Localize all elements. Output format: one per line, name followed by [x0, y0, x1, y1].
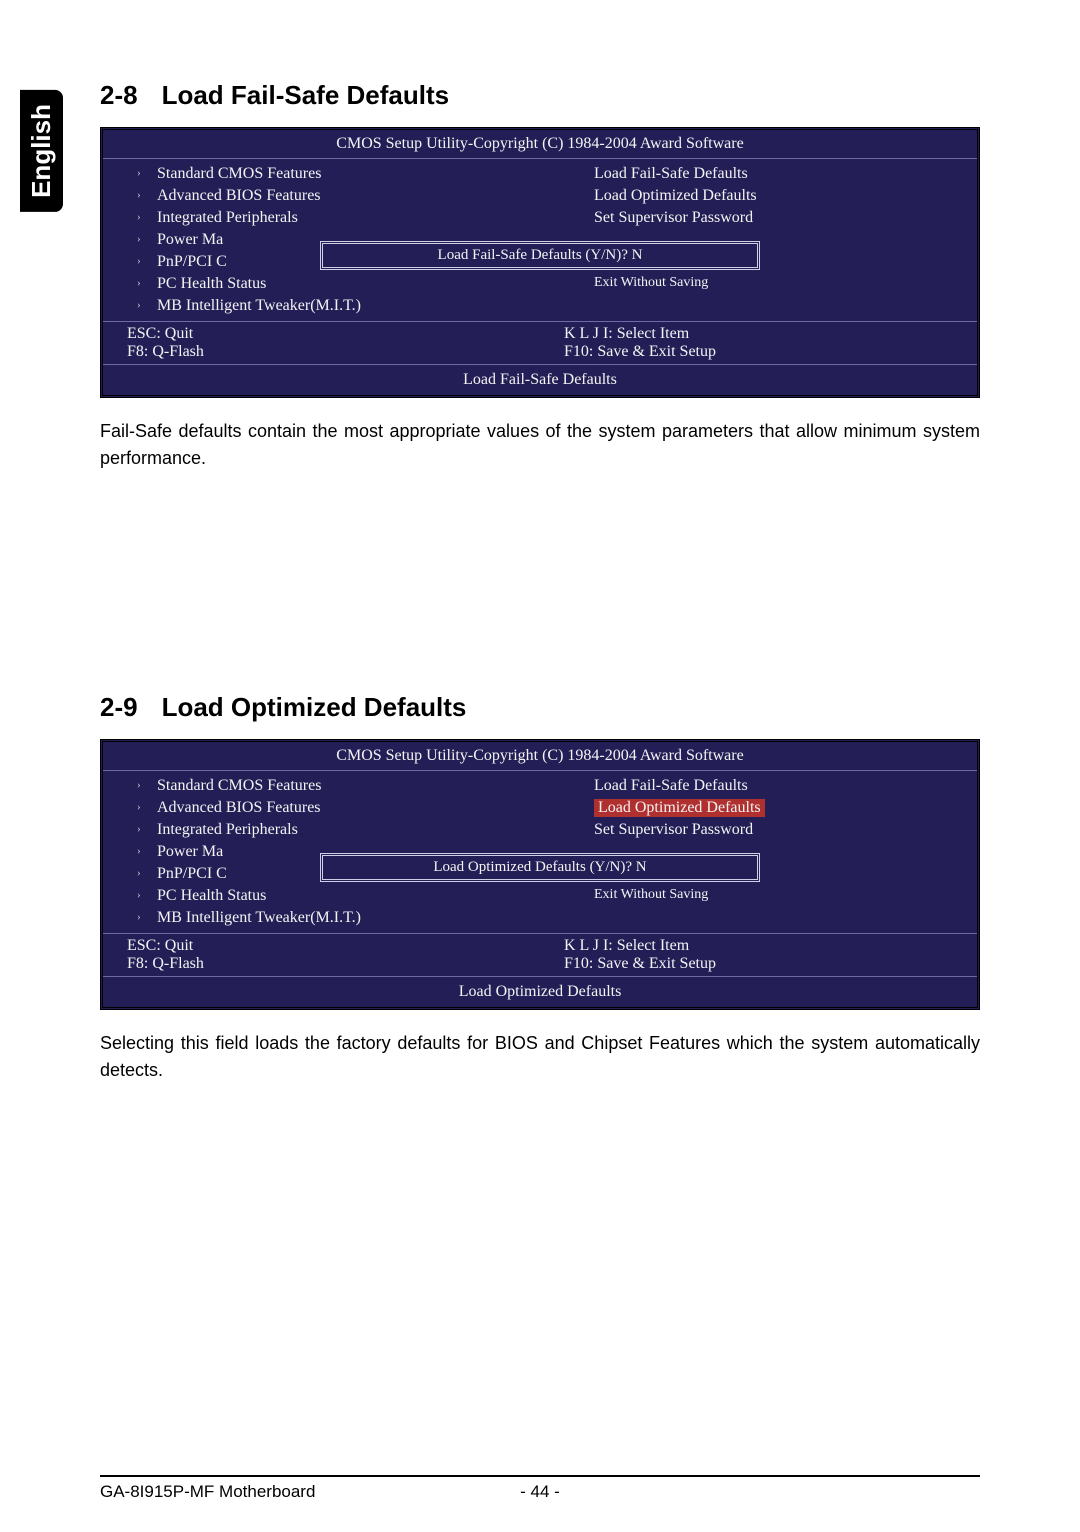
- key-hint: F10: Save & Exit Setup: [564, 955, 977, 973]
- footer-product: GA-8I915P-MF Motherboard: [100, 1482, 315, 1502]
- menu-item[interactable]: Power Ma: [157, 231, 223, 248]
- bios-help-bar: Load Fail-Safe Defaults: [103, 365, 977, 395]
- menu-item[interactable]: Integrated Peripherals: [157, 821, 298, 838]
- menu-item[interactable]: Power Ma: [157, 843, 223, 860]
- footer-page-number: - 44 -: [520, 1482, 560, 1502]
- menu-item[interactable]: Load Fail-Safe Defaults: [594, 165, 748, 182]
- menu-item[interactable]: Load Optimized Defaults: [594, 187, 757, 204]
- menu-item[interactable]: MB Intelligent Tweaker(M.I.T.): [157, 297, 361, 314]
- section-title: Load Optimized Defaults: [162, 692, 467, 722]
- key-hint: K L J I: Select Item: [564, 937, 977, 955]
- bios-title: CMOS Setup Utility-Copyright (C) 1984-20…: [103, 742, 977, 771]
- menu-item[interactable]: PnP/PCI C: [157, 865, 227, 882]
- menu-item[interactable]: Standard CMOS Features: [157, 165, 321, 182]
- bios-help-bar: Load Optimized Defaults: [103, 977, 977, 1007]
- menu-item[interactable]: Advanced BIOS Features: [157, 799, 321, 816]
- menu-item[interactable]: Set Supervisor Password: [594, 821, 753, 838]
- confirm-dialog[interactable]: Load Optimized Defaults (Y/N)? N: [320, 853, 760, 882]
- footer-divider: [100, 1475, 980, 1477]
- key-hint: ESC: Quit: [127, 937, 540, 955]
- menu-item[interactable]: Advanced BIOS Features: [157, 187, 321, 204]
- section-heading-2-8: 2-8 Load Fail-Safe Defaults: [100, 80, 980, 111]
- menu-item[interactable]: PC Health Status: [157, 275, 266, 292]
- language-tab: English: [20, 90, 63, 212]
- menu-item-obscured: Exit Without Saving: [564, 885, 977, 905]
- section-number: 2-8: [100, 80, 138, 110]
- section-body-text: Selecting this field loads the factory d…: [100, 1030, 980, 1084]
- section-body-text: Fail-Safe defaults contain the most appr…: [100, 418, 980, 472]
- bios-window-failsafe: CMOS Setup Utility-Copyright (C) 1984-20…: [100, 127, 980, 398]
- bios-window-optimized: CMOS Setup Utility-Copyright (C) 1984-20…: [100, 739, 980, 1010]
- menu-item[interactable]: PC Health Status: [157, 887, 266, 904]
- bios-title: CMOS Setup Utility-Copyright (C) 1984-20…: [103, 130, 977, 159]
- menu-item[interactable]: Integrated Peripherals: [157, 209, 298, 226]
- menu-item-obscured: Exit Without Saving: [564, 273, 977, 293]
- menu-item-selected[interactable]: Load Optimized Defaults: [594, 799, 765, 817]
- section-heading-2-9: 2-9 Load Optimized Defaults: [100, 692, 980, 723]
- menu-item[interactable]: PnP/PCI C: [157, 253, 227, 270]
- menu-item[interactable]: Load Fail-Safe Defaults: [594, 777, 748, 794]
- section-number: 2-9: [100, 692, 138, 722]
- menu-item[interactable]: MB Intelligent Tweaker(M.I.T.): [157, 909, 361, 926]
- key-hint: ESC: Quit: [127, 325, 540, 343]
- confirm-dialog[interactable]: Load Fail-Safe Defaults (Y/N)? N: [320, 241, 760, 270]
- menu-item[interactable]: Standard CMOS Features: [157, 777, 321, 794]
- menu-item[interactable]: Set Supervisor Password: [594, 209, 753, 226]
- key-hint: F8: Q-Flash: [127, 343, 540, 361]
- key-hint: K L J I: Select Item: [564, 325, 977, 343]
- section-title: Load Fail-Safe Defaults: [162, 80, 450, 110]
- key-hint: F10: Save & Exit Setup: [564, 343, 977, 361]
- key-hint: F8: Q-Flash: [127, 955, 540, 973]
